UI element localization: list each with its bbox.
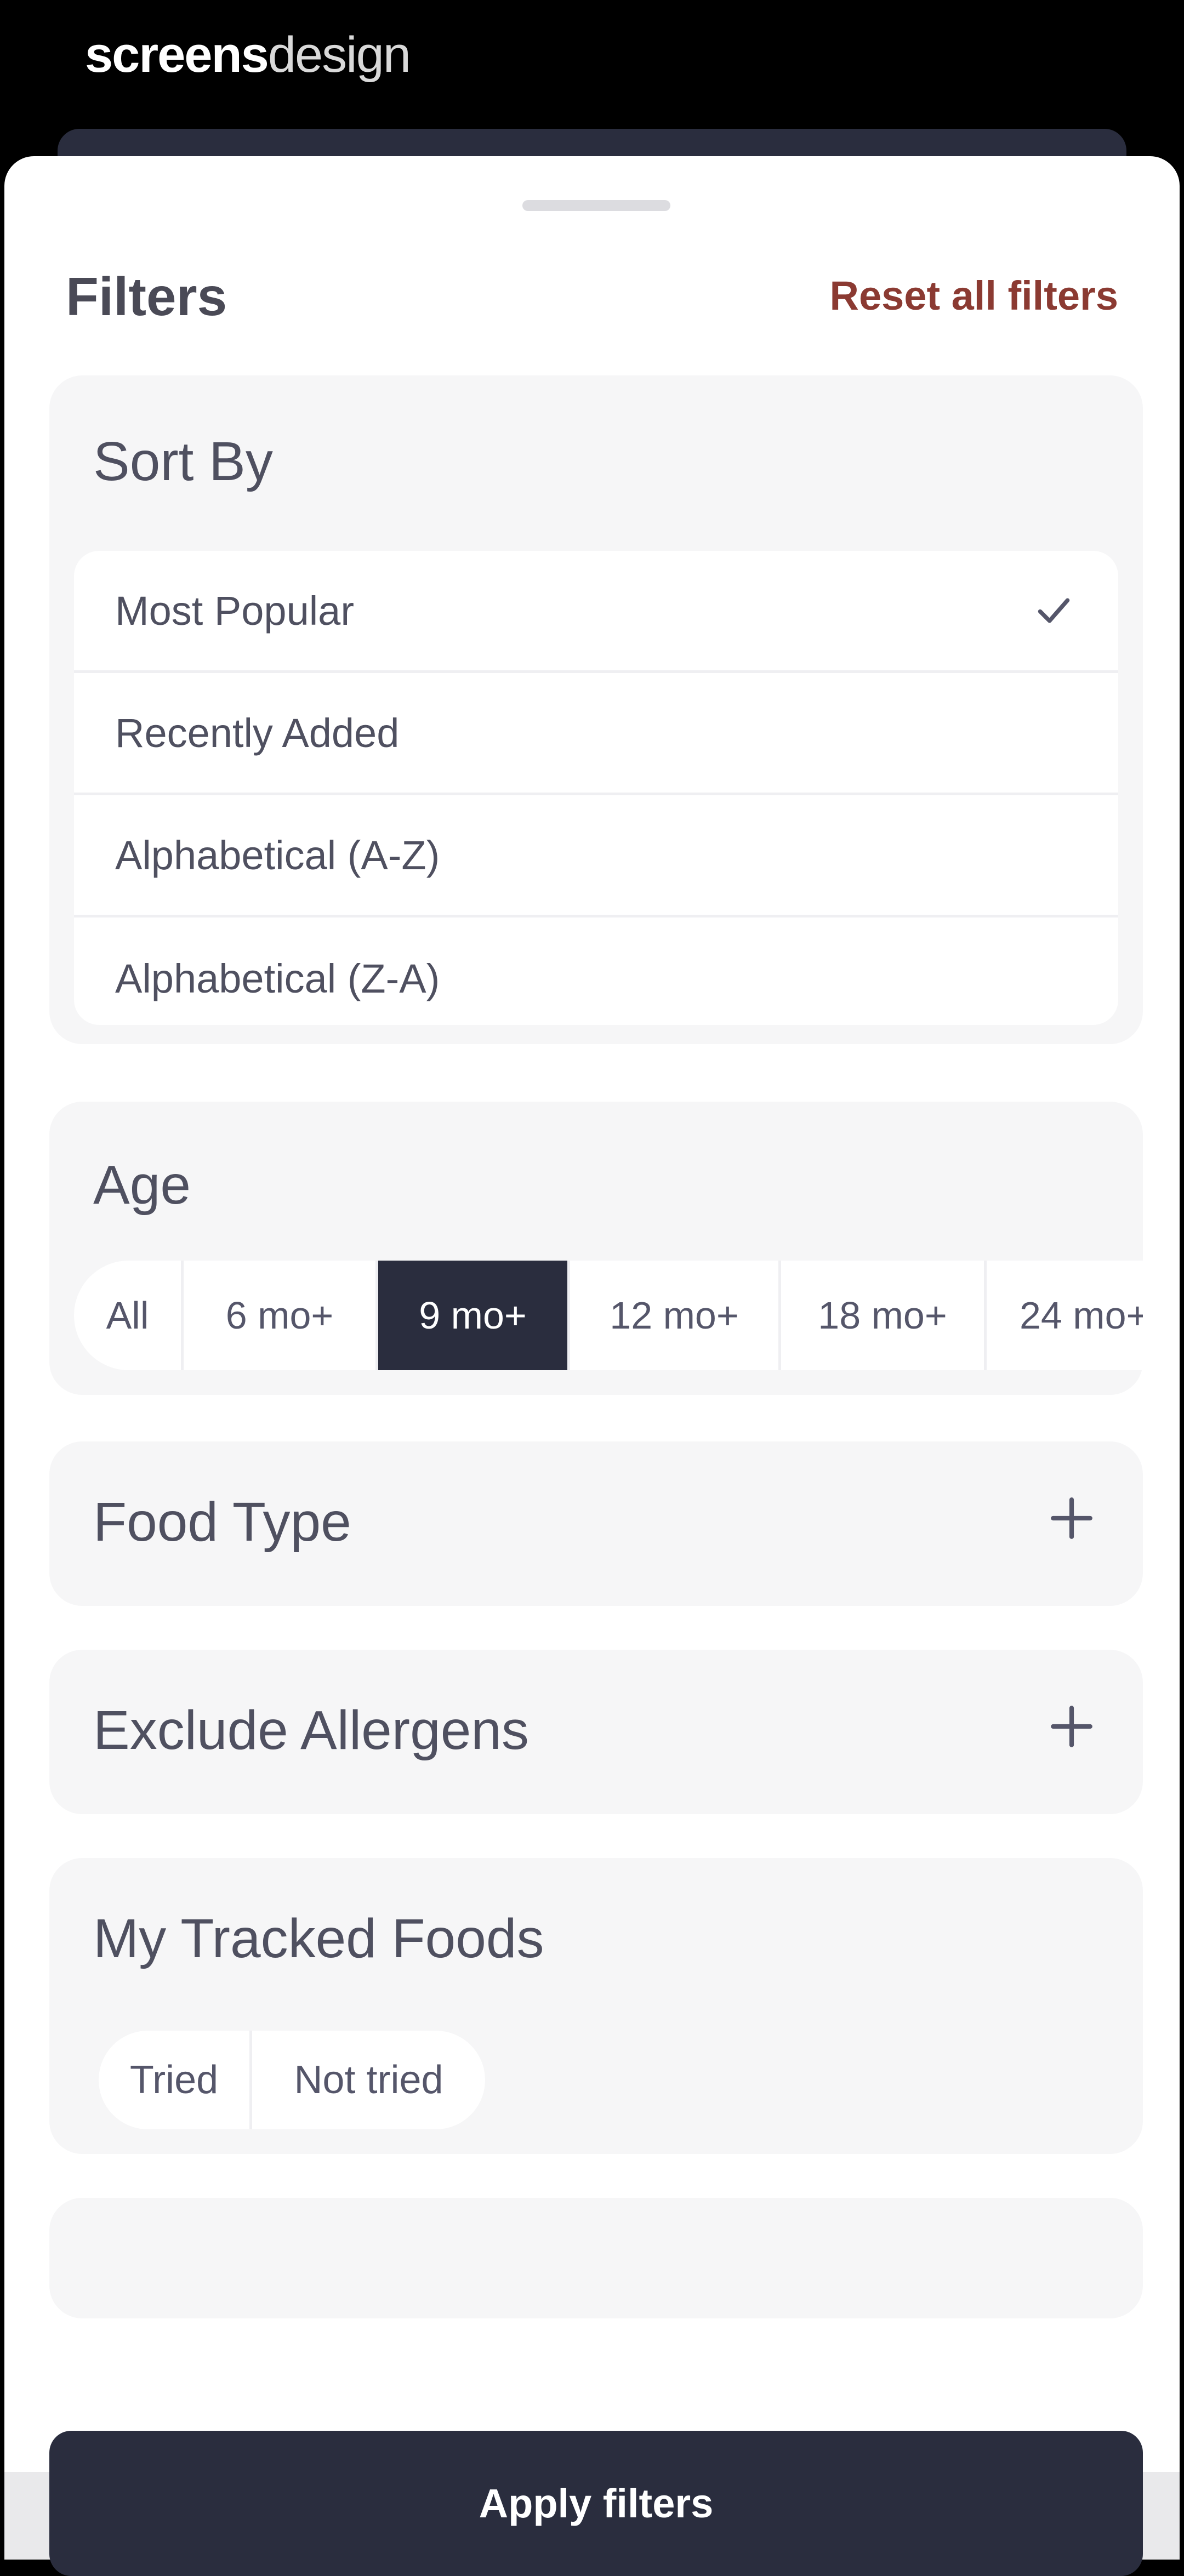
sort-by-title: Sort By — [93, 431, 273, 492]
age-card: Age All 6 mo+ 9 mo+ 12 mo+ 18 mo+ 24 mo+ — [49, 1102, 1143, 1395]
sort-options-list: Most Popular Recently Added Alphabetical… — [74, 551, 1118, 1025]
sort-option-label: Alphabetical (Z-A) — [115, 956, 440, 1001]
age-chip-9mo[interactable]: 9 mo+ — [378, 1261, 570, 1370]
plus-icon[interactable] — [1047, 1494, 1096, 1543]
sheet-title: Filters — [66, 266, 227, 327]
next-filter-card — [49, 2198, 1143, 2318]
age-title: Age — [93, 1154, 191, 1216]
age-chip-12mo[interactable]: 12 mo+ — [570, 1261, 781, 1370]
tracked-chip-tried[interactable]: Tried — [99, 2031, 252, 2129]
sort-option-label: Recently Added — [115, 710, 400, 756]
sort-option-alphabetical-za[interactable]: Alphabetical (Z-A) — [74, 917, 1118, 1025]
reset-all-filters-button[interactable]: Reset all filters — [830, 272, 1118, 319]
tracked-foods-chips: Tried Not tried — [99, 2031, 485, 2129]
sort-option-alphabetical-az[interactable]: Alphabetical (A-Z) — [74, 795, 1118, 917]
age-chip-all[interactable]: All — [74, 1261, 184, 1370]
exclude-allergens-title: Exclude Allergens — [93, 1700, 529, 1761]
tracked-chip-not-tried[interactable]: Not tried — [252, 2031, 485, 2129]
brand-logo: screensdesign — [85, 22, 411, 88]
age-chip-24mo[interactable]: 24 mo+ — [987, 1261, 1143, 1370]
food-type-title: Food Type — [93, 1491, 351, 1553]
checkmark-icon — [1038, 598, 1070, 623]
sort-option-most-popular[interactable]: Most Popular — [74, 551, 1118, 673]
sort-by-card: Sort By Most Popular Recently Added Alph… — [49, 375, 1143, 1044]
brand-logo-part2: design — [267, 27, 411, 83]
tracked-foods-card: My Tracked Foods Tried Not tried — [49, 1858, 1143, 2154]
sort-option-recently-added[interactable]: Recently Added — [74, 673, 1118, 795]
sort-option-label: Alphabetical (A-Z) — [115, 832, 440, 878]
age-chips-scroller[interactable]: All 6 mo+ 9 mo+ 12 mo+ 18 mo+ 24 mo+ — [74, 1261, 1143, 1370]
filters-sheet: Filters Reset all filters Sort By Most P… — [4, 156, 1180, 2576]
age-chip-18mo[interactable]: 18 mo+ — [781, 1261, 987, 1370]
plus-icon[interactable] — [1047, 1702, 1096, 1751]
sort-option-label: Most Popular — [115, 588, 354, 634]
brand-logo-part1: screens — [85, 27, 269, 83]
age-chip-6mo[interactable]: 6 mo+ — [184, 1261, 378, 1370]
food-type-card[interactable]: Food Type — [49, 1441, 1143, 1606]
sheet-grabber[interactable] — [522, 200, 670, 211]
tracked-foods-title: My Tracked Foods — [93, 1908, 544, 1969]
apply-filters-button[interactable]: Apply filters — [49, 2431, 1143, 2576]
exclude-allergens-card[interactable]: Exclude Allergens — [49, 1650, 1143, 1814]
